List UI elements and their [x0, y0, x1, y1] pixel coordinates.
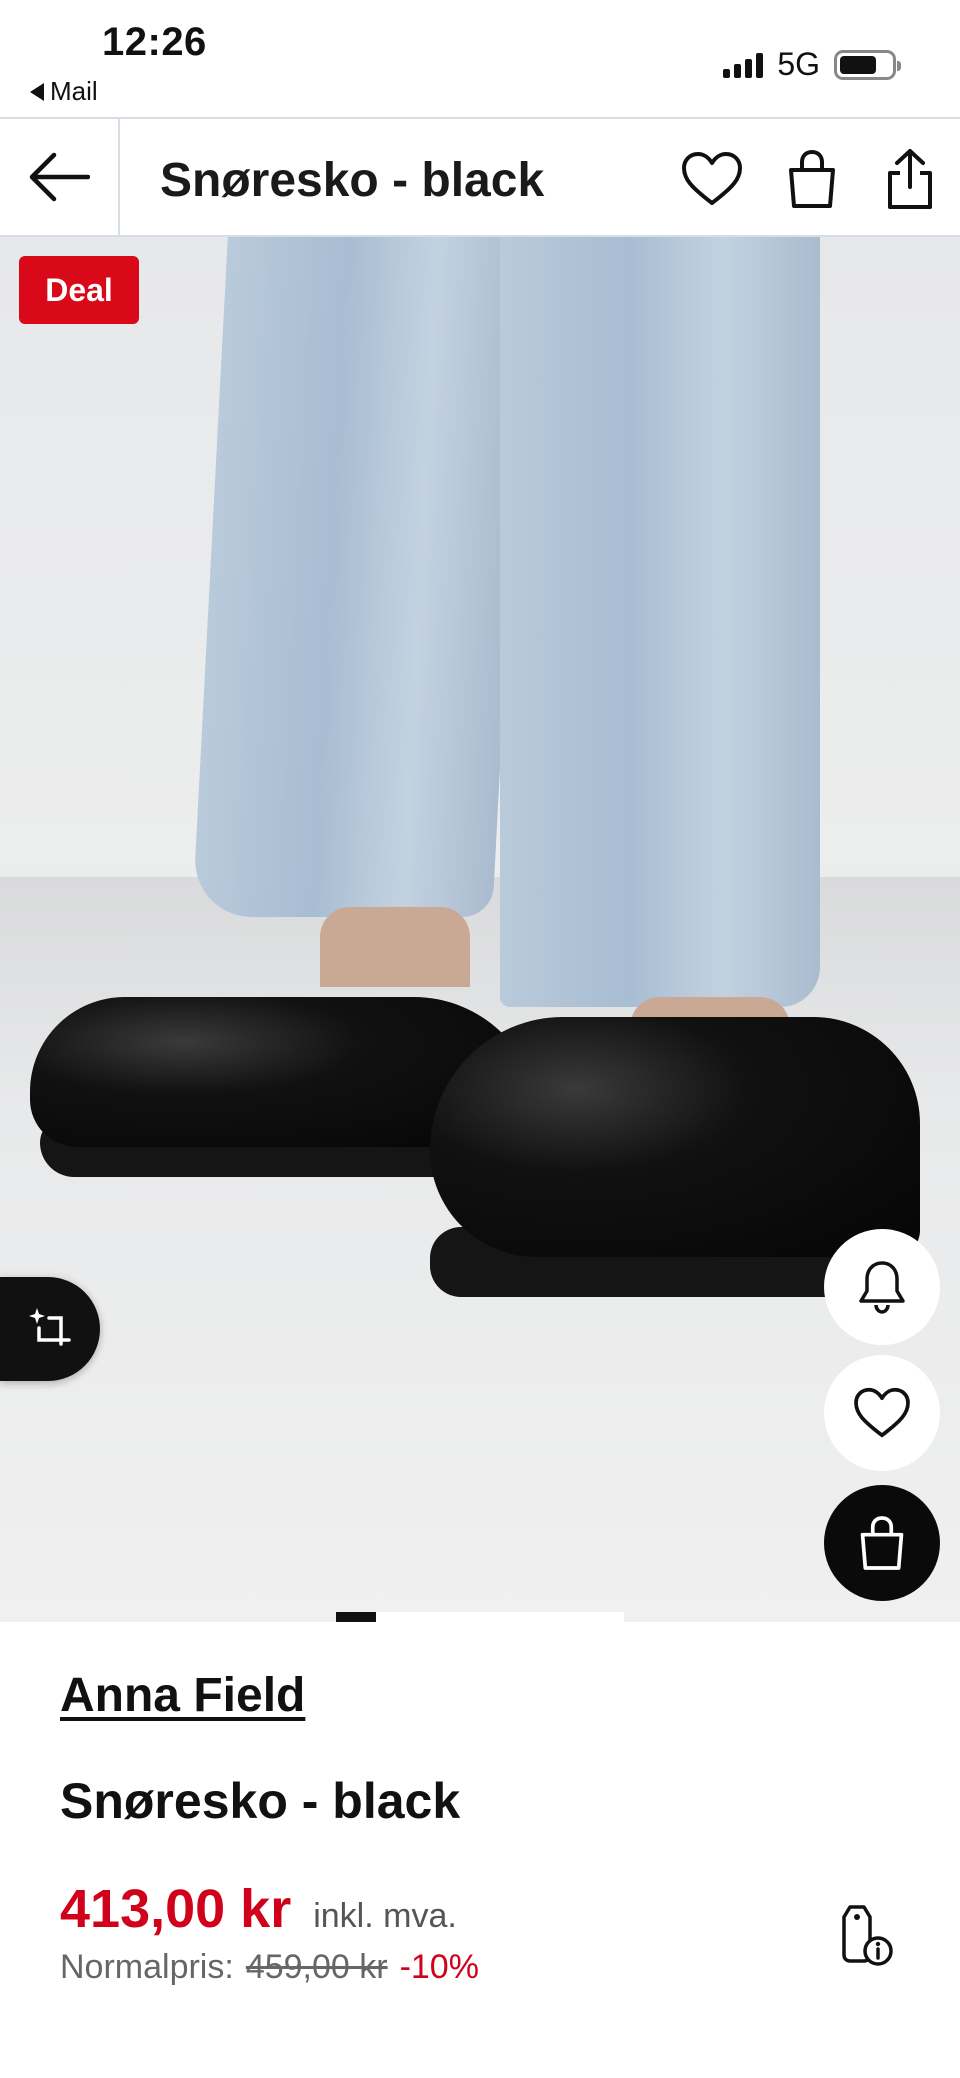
normal-price-label: Normalpris: [60, 1948, 234, 1986]
back-arrow-icon [29, 152, 90, 202]
cart-button[interactable] [780, 147, 844, 211]
heart-icon [854, 1387, 910, 1438]
ankle-left [320, 907, 470, 987]
wishlist-button[interactable] [680, 147, 744, 211]
product-image-gallery[interactable]: Deal [0, 237, 960, 1622]
heart-icon [682, 152, 742, 205]
status-indicators: 5G [723, 46, 901, 83]
favorite-button[interactable] [824, 1355, 940, 1471]
price-info-button[interactable] [830, 1900, 900, 1970]
model-leg-left [192, 237, 528, 917]
price-row: 413,00 kr inkl. mva. [60, 1878, 457, 1940]
similar-items-button[interactable] [0, 1277, 100, 1381]
top-nav-bar: Snøresko - black [0, 117, 960, 237]
share-icon [888, 149, 932, 209]
shoe-right [430, 1017, 920, 1257]
model-leg-right [500, 237, 820, 1007]
sparkle-crop-icon [29, 1308, 71, 1346]
deal-badge: Deal [19, 256, 139, 324]
status-bar: 12:26 Mail 5G [0, 0, 960, 118]
gallery-pagination [336, 1612, 624, 1622]
network-type: 5G [777, 46, 820, 82]
vat-note: inkl. mva. [313, 1897, 457, 1935]
bag-icon [789, 149, 835, 208]
normal-price-row: Normalpris: 459,00 kr -10% [60, 1948, 479, 1987]
normal-price: 459,00 kr [245, 1948, 388, 1986]
price-tag-info-icon [842, 1905, 893, 1966]
battery-icon [834, 49, 901, 80]
back-triangle-icon [30, 82, 44, 101]
signal-icon [723, 52, 764, 78]
add-to-bag-button[interactable] [824, 1485, 940, 1601]
notify-button[interactable] [824, 1229, 940, 1345]
status-time: 12:26 [102, 20, 207, 64]
notification-bell-icon [859, 1261, 905, 1314]
back-to-app-link[interactable]: Mail [30, 76, 98, 107]
pagination-active-indicator [336, 1612, 376, 1622]
brand-link[interactable]: Anna Field [60, 1668, 305, 1723]
share-button[interactable] [878, 147, 942, 211]
back-button[interactable] [0, 119, 120, 235]
product-name: Snøresko - black [60, 1773, 461, 1829]
back-app-label: Mail [50, 76, 98, 106]
discount-percent: -10% [399, 1948, 479, 1986]
bag-icon [860, 1516, 904, 1570]
current-price: 413,00 kr [60, 1879, 292, 1939]
page-title: Snøresko - black [160, 154, 545, 207]
